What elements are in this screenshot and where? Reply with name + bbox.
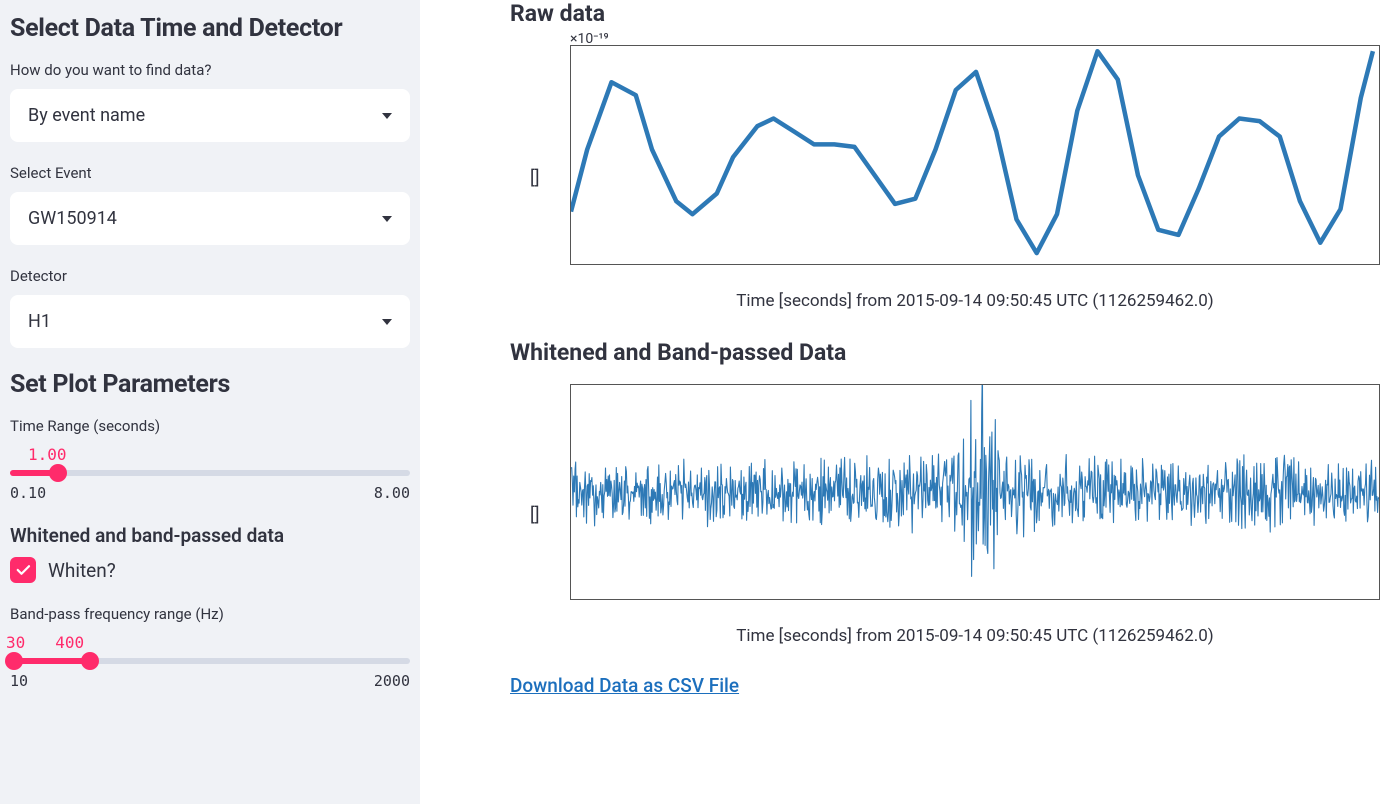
- bandpass-min: 10: [10, 672, 28, 690]
- detector-label: Detector: [10, 267, 410, 285]
- bandpass-hi: 400: [55, 633, 84, 652]
- detector-value: H1: [28, 311, 51, 332]
- whitened-chart: [] -2-1012 -0.100.10.20.30.40.50.60.70.8…: [570, 384, 1380, 646]
- whiten-checkbox-label: Whiten?: [48, 559, 116, 582]
- event-label: Select Event: [10, 164, 410, 182]
- main-content: Raw data ×10⁻¹⁹ [] -4-2024 -0.100.10.20.…: [420, 0, 1400, 804]
- raw-xlabel: Time [seconds] from 2015-09-14 09:50:45 …: [570, 291, 1380, 311]
- whitened-ylabel: []: [530, 505, 540, 526]
- raw-ylabel: []: [530, 168, 540, 189]
- whitened-plot-svg: [571, 385, 1380, 600]
- timerange-value: 1.00: [28, 445, 410, 464]
- detector-select[interactable]: H1: [10, 295, 410, 348]
- bandpass-range: 10 2000: [10, 672, 410, 690]
- timerange-min: 0.10: [10, 484, 46, 502]
- section-plot-heading: Set Plot Parameters: [10, 370, 410, 399]
- raw-chart: ×10⁻¹⁹ [] -4-2024 -0.100.10.20.30.40.50.…: [570, 45, 1380, 311]
- find-data-label: How do you want to find data?: [10, 61, 410, 79]
- timerange-range: 0.10 8.00: [10, 484, 410, 502]
- event-select[interactable]: GW150914: [10, 192, 410, 245]
- find-data-select[interactable]: By event name: [10, 89, 410, 142]
- chevron-down-icon: [382, 113, 392, 119]
- sidebar: Select Data Time and Detector How do you…: [0, 0, 420, 804]
- timerange-max: 8.00: [374, 484, 410, 502]
- timerange-slider[interactable]: [10, 470, 410, 476]
- event-value: GW150914: [28, 208, 117, 229]
- section-select-heading: Select Data Time and Detector: [10, 14, 410, 43]
- slider-thumb-lo[interactable]: [5, 652, 23, 670]
- raw-plot-svg: [571, 46, 1380, 265]
- slider-thumb[interactable]: [49, 464, 67, 482]
- whitened-heading-main: Whitened and Band-passed Data: [510, 339, 1380, 366]
- download-csv-link[interactable]: Download Data as CSV File: [510, 674, 739, 697]
- find-data-value: By event name: [28, 105, 145, 126]
- raw-data-heading: Raw data: [510, 0, 1380, 27]
- whitened-heading: Whitened and band-passed data: [10, 524, 410, 547]
- bandpass-label: Band-pass frequency range (Hz): [10, 605, 410, 623]
- check-icon: [14, 561, 32, 579]
- timerange-label: Time Range (seconds): [10, 417, 410, 435]
- bandpass-max: 2000: [374, 672, 410, 690]
- bandpass-slider[interactable]: [10, 658, 410, 664]
- slider-thumb-hi[interactable]: [81, 652, 99, 670]
- whitened-xlabel: Time [seconds] from 2015-09-14 09:50:45 …: [570, 626, 1380, 646]
- chevron-down-icon: [382, 216, 392, 222]
- chevron-down-icon: [382, 319, 392, 325]
- bandpass-lo: 30: [6, 633, 25, 652]
- whiten-checkbox[interactable]: [10, 557, 36, 583]
